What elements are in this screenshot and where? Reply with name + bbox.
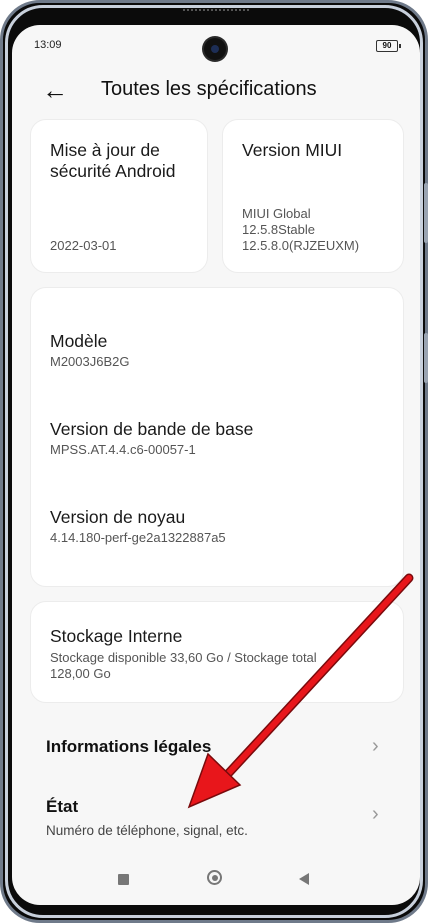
annotation-arrow — [187, 573, 414, 809]
annotation-arrowhead — [187, 752, 242, 809]
